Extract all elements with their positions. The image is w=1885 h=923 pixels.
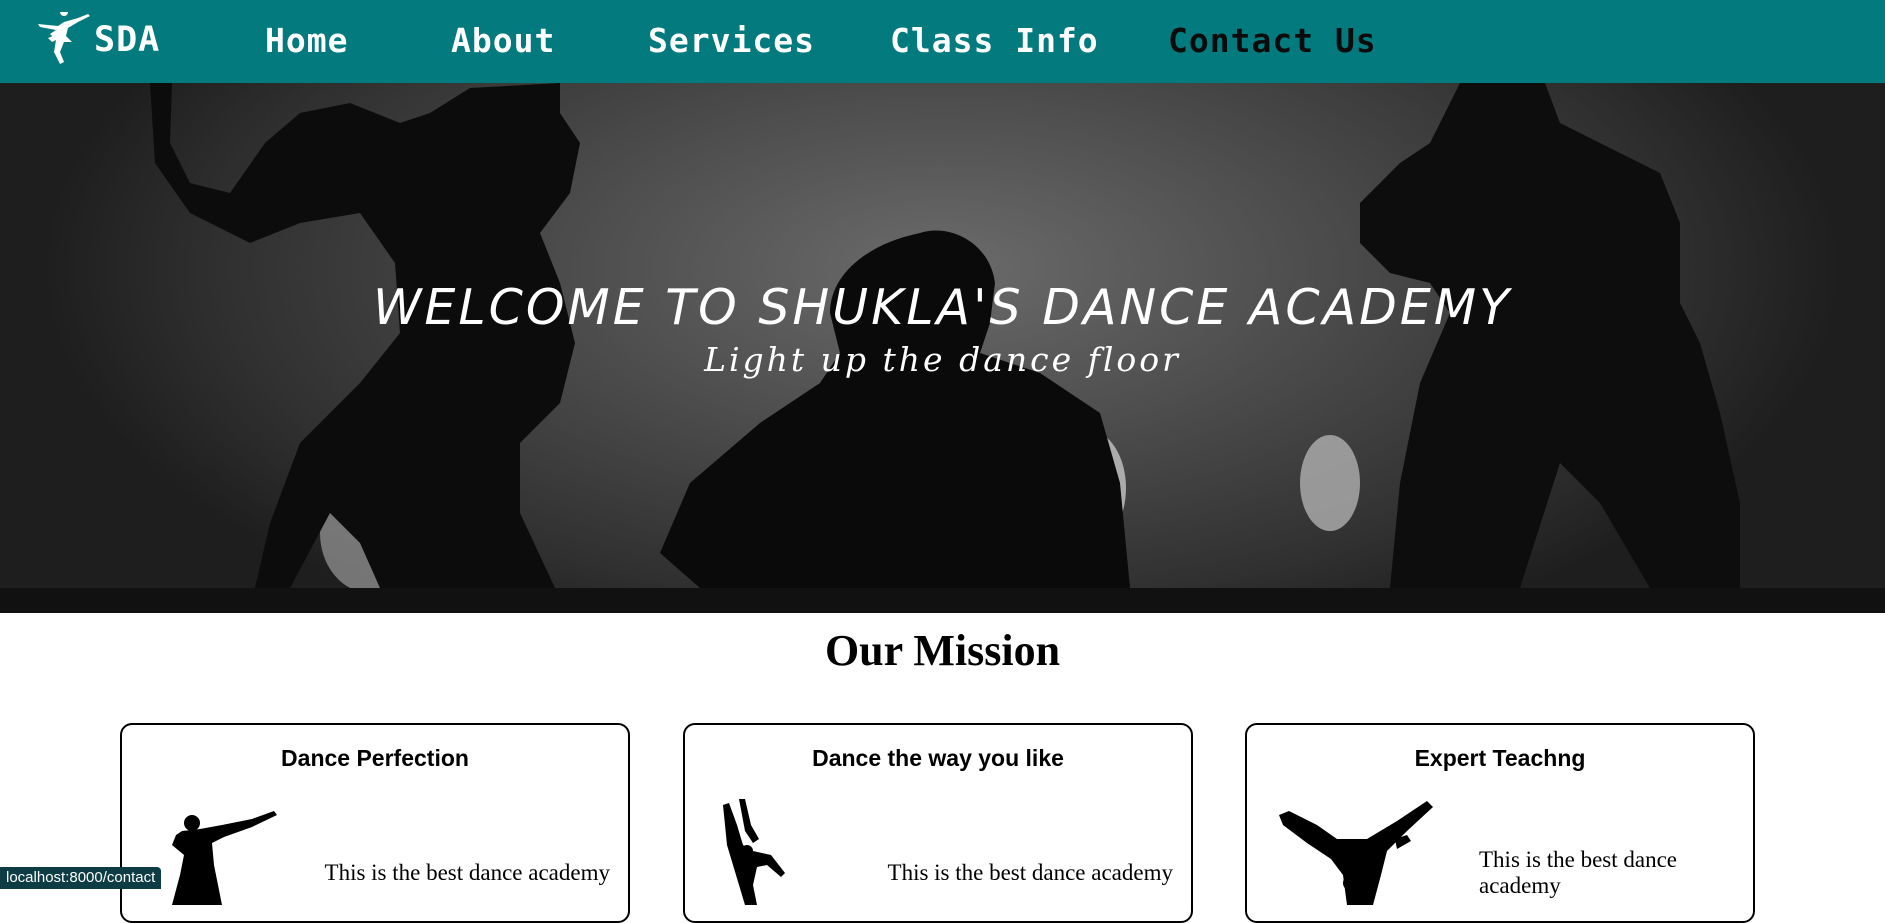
nav-contact-us[interactable]: Contact Us [1168,18,1377,64]
mission-card-dance-perfection: Dance Perfection This is the best dance … [120,723,630,923]
card-text: This is the best dance academy [324,860,610,885]
nav-class-info[interactable]: Class Info [890,18,1099,64]
card-text: This is the best dance academy [887,860,1173,885]
mission-title: Our Mission [824,626,1061,675]
hero-title: Welcome to Shukla's Dance Academy [372,279,1513,336]
mission-card-dance-the-way-you-like: Dance the way you like This is the best … [683,723,1193,923]
nav-about[interactable]: About [451,18,555,64]
logo-link[interactable]: SDA [34,10,160,70]
nav-home[interactable]: Home [265,18,348,64]
mission-card-expert-teachng: Expert Teachng This is the best dance ac… [1245,723,1755,923]
card-title: Dance Perfection [281,745,469,771]
card-title: Expert Teachng [1414,745,1586,771]
navbar: SDA Home About Services Class Info Conta… [0,0,1885,83]
logo-text: SDA [94,20,161,60]
ballerina-icon [38,12,90,64]
hero-banner: Welcome to Shukla's Dance Academy Light … [0,83,1885,613]
card-text: This is the best dance academy [1479,847,1678,898]
hero-subtitle: Light up the dance floor [704,340,1181,379]
card-title: Dance the way you like [812,745,1064,771]
nav-services[interactable]: Services [648,18,815,64]
link-preview-statusbar: localhost:8000/contact [0,867,162,889]
